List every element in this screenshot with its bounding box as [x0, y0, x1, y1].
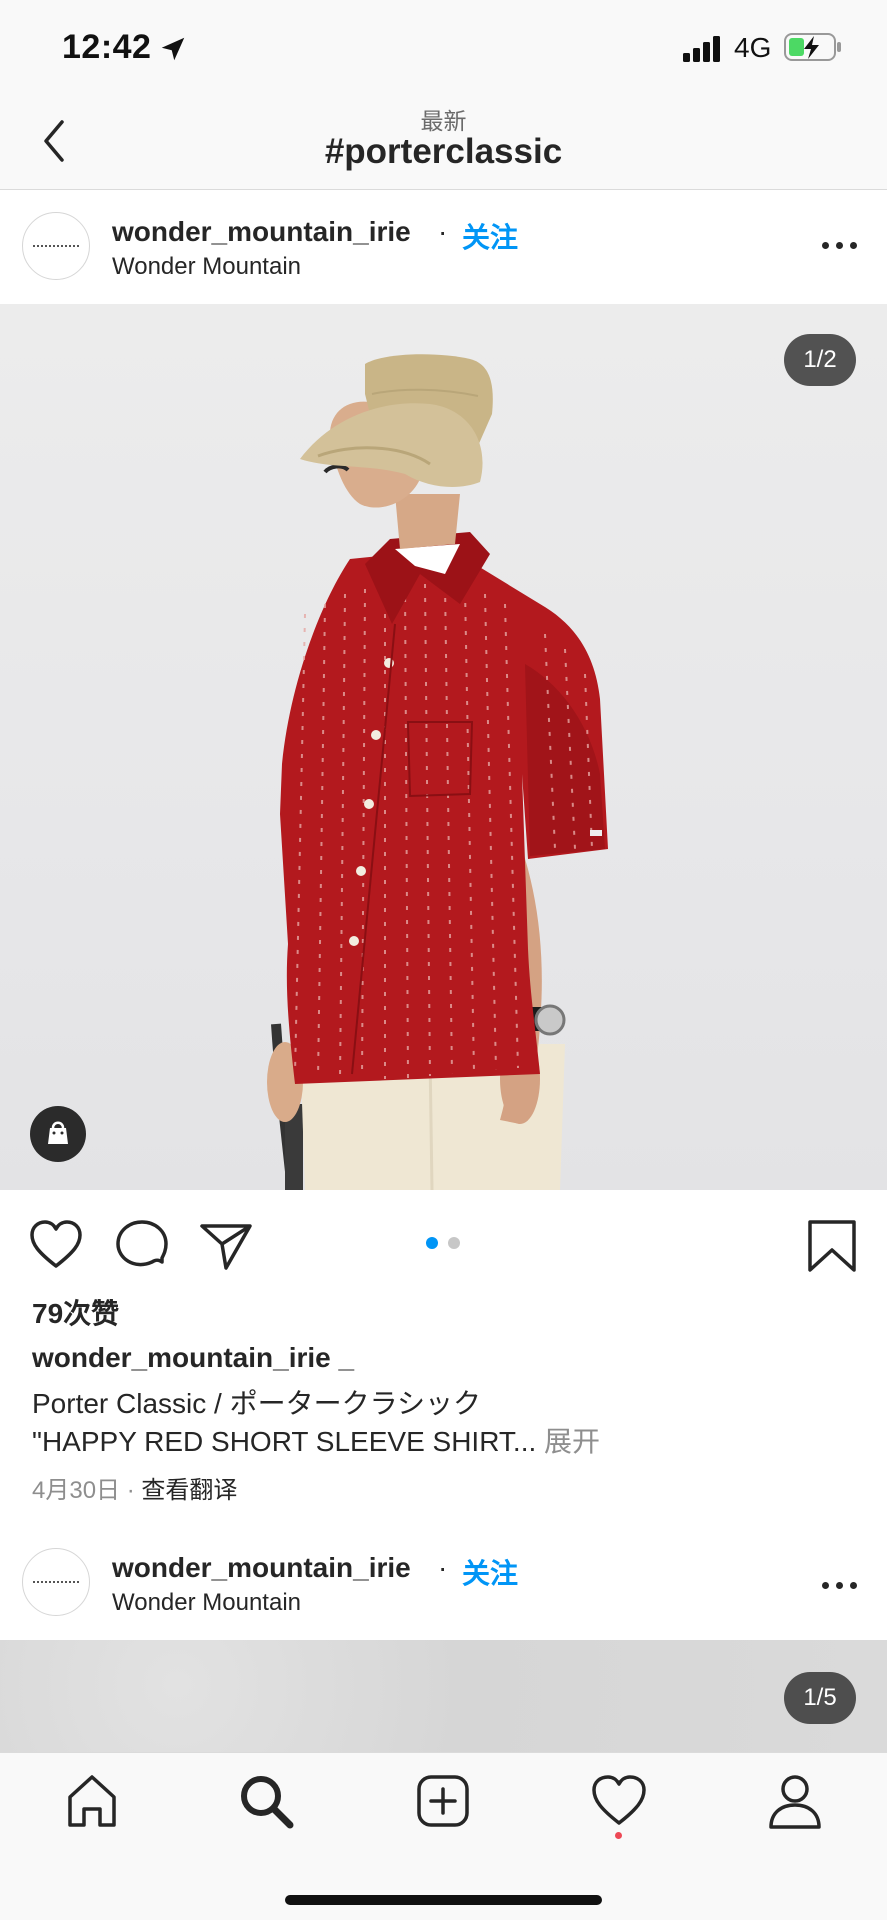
post-username[interactable]: wonder_mountain_irie: [112, 216, 411, 248]
separator-dot: ·: [438, 1552, 448, 1583]
bookmark-icon[interactable]: [804, 1218, 860, 1274]
post-photo[interactable]: 1/2: [0, 304, 887, 1190]
media-counter: 1/5: [784, 1672, 856, 1724]
instagram-hashtag-feed: 12:42 4G 最新 #porterclassic wonder_mounta…: [0, 0, 887, 1920]
post-header: wonder_mountain_irie · 关注 Wonder Mountai…: [0, 190, 887, 304]
home-icon[interactable]: [62, 1771, 122, 1831]
person-icon[interactable]: [765, 1771, 825, 1831]
location-arrow-icon: [161, 37, 185, 61]
signal-icon: [683, 36, 720, 62]
caption-text: "HAPPY RED SHORT SLEEVE SHIRT...: [32, 1426, 537, 1457]
ellipsis-icon[interactable]: [822, 242, 858, 254]
heart-icon[interactable]: [589, 1771, 649, 1831]
shopping-bag-icon[interactable]: [30, 1106, 86, 1162]
bottom-tab-bar: [0, 1752, 887, 1920]
photo-illustration: [267, 354, 608, 1190]
post-action-bar: [0, 1190, 887, 1294]
caption-line-truncated: "HAPPY RED SHORT SLEEVE SHIRT... 展开: [32, 1420, 600, 1460]
post-location[interactable]: Wonder Mountain: [112, 253, 301, 281]
avatar[interactable]: [22, 1548, 90, 1616]
carousel-dot: [448, 1237, 460, 1249]
home-indicator[interactable]: [285, 1895, 602, 1905]
nav-subtitle: 最新: [420, 108, 467, 134]
see-translation-link[interactable]: 查看翻译: [141, 1477, 237, 1504]
caption-username[interactable]: wonder_mountain_irie _: [32, 1342, 354, 1374]
avatar[interactable]: [22, 212, 90, 280]
post-meta: 4月30日 · 查看翻译: [32, 1470, 237, 1505]
notification-dot: [615, 1832, 622, 1839]
status-bar: 12:42 4G: [0, 0, 887, 96]
plus-square-icon[interactable]: [413, 1771, 473, 1831]
post-location[interactable]: Wonder Mountain: [112, 1589, 301, 1617]
battery-charging-icon: [784, 33, 841, 61]
search-icon[interactable]: [236, 1771, 296, 1831]
carousel-dot-active: [426, 1237, 438, 1249]
nav-header: 最新 #porterclassic: [0, 96, 887, 190]
like-count[interactable]: 79次赞: [32, 1292, 119, 1332]
share-icon[interactable]: [198, 1218, 254, 1274]
post-username[interactable]: wonder_mountain_irie: [112, 1552, 411, 1584]
post-photo[interactable]: 1/5: [0, 1640, 887, 1752]
heart-icon[interactable]: [28, 1218, 84, 1274]
caption-line: Porter Classic / ポータークラシック: [32, 1388, 482, 1419]
comment-icon[interactable]: [114, 1218, 170, 1274]
separator-dot: ·: [438, 216, 448, 247]
network-type: 4G: [734, 32, 772, 63]
hashtag-title: #porterclassic: [324, 132, 563, 171]
follow-button[interactable]: 关注: [462, 216, 518, 256]
post-header: wonder_mountain_irie · 关注 Wonder Mountai…: [0, 1526, 887, 1640]
media-counter: 1/2: [784, 334, 856, 386]
post-date: 4月30日: [32, 1477, 121, 1504]
status-time: 12:42: [62, 28, 152, 66]
ellipsis-icon[interactable]: [822, 1582, 858, 1594]
follow-button[interactable]: 关注: [462, 1552, 518, 1592]
meta-separator: ·: [126, 1477, 135, 1504]
expand-caption-link[interactable]: 展开: [544, 1426, 600, 1457]
